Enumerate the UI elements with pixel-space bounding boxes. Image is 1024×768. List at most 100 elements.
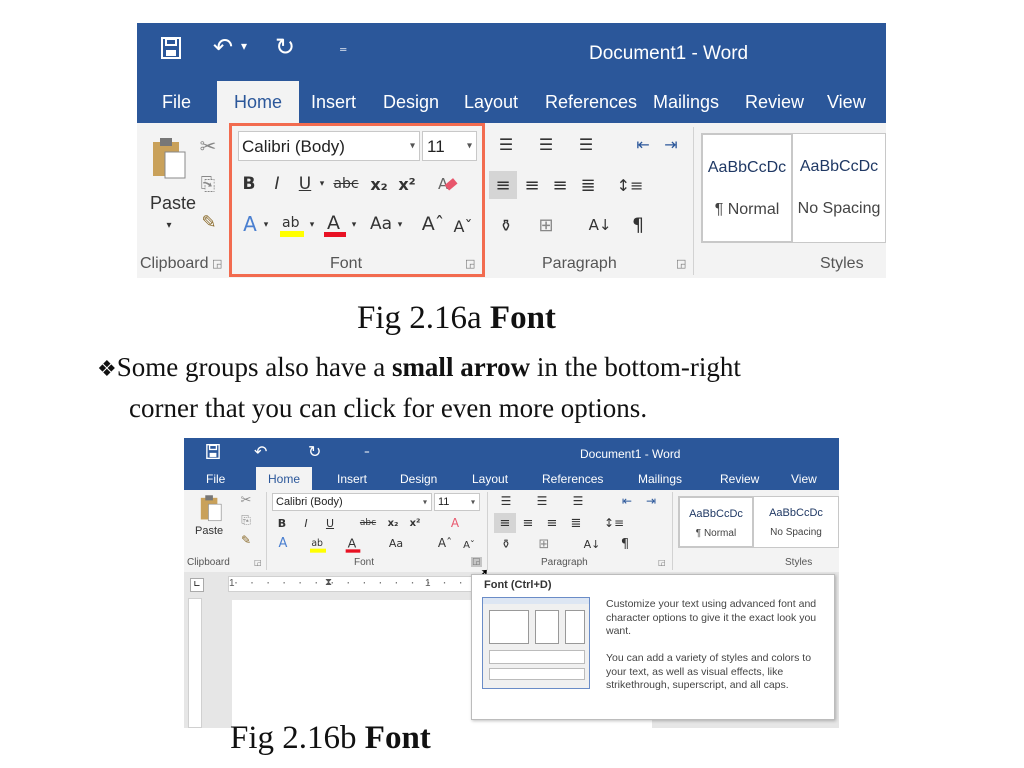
multilevel-list-icon[interactable]: ☰ [573,131,599,157]
bold-icon[interactable]: B [239,171,259,197]
customize-qat-icon[interactable]: ₌ [339,37,347,56]
tab-insert[interactable]: Insert [337,472,367,486]
paste-icon[interactable] [198,494,224,522]
change-case-dropdown-icon[interactable]: ▾ [395,217,405,233]
justify-icon[interactable]: ≣ [566,513,586,533]
borders-icon[interactable]: ⊞ [533,211,559,239]
tab-design[interactable]: Design [383,92,439,113]
increase-indent-icon[interactable]: ⇥ [642,492,660,510]
shading-icon[interactable]: ⚱ [493,211,519,239]
clipboard-launcher-icon[interactable]: ◲ [254,558,262,567]
tab-layout[interactable]: Layout [472,472,508,486]
decrease-indent-icon[interactable]: ⇤ [631,131,655,157]
change-case-icon[interactable]: Aa [367,211,395,237]
indent-marker-icon[interactable]: ⧗ [325,577,332,588]
cut-icon[interactable]: ✂ [238,492,254,508]
bold-icon[interactable]: B [274,514,290,532]
tab-home[interactable]: Home [256,467,313,490]
shading-icon[interactable]: ⚱ [496,534,516,554]
subscript-icon[interactable]: x₂ [367,171,391,197]
highlight-color-icon[interactable]: ab [308,534,328,554]
tab-selector-icon[interactable]: ∟ [190,578,204,592]
sort-icon[interactable]: A↓ [582,534,602,554]
numbering-icon[interactable]: ☰ [532,492,552,510]
style-normal[interactable]: AaBbCcDc ¶ Normal [701,133,793,243]
paste-icon[interactable] [149,135,189,181]
superscript-icon[interactable]: x² [406,514,424,532]
strikethrough-icon[interactable]: abc [356,514,380,532]
font-size-select[interactable]: 11 ▾ [422,131,477,161]
tab-view[interactable]: View [791,472,817,486]
superscript-icon[interactable]: x² [395,171,419,197]
change-case-icon[interactable]: Aa [384,534,408,552]
style-normal[interactable]: AaBbCcDc ¶ Normal [678,496,754,548]
multilevel-list-icon[interactable]: ☰ [568,492,588,510]
borders-icon[interactable]: ⊞ [534,534,554,554]
tab-view[interactable]: View [827,92,866,113]
italic-icon[interactable]: I [267,171,287,197]
center-icon[interactable]: ≡ [518,513,538,533]
clear-formatting-icon[interactable]: A [446,514,464,532]
numbering-icon[interactable]: ☰ [533,131,559,157]
tab-review[interactable]: Review [745,92,804,113]
highlight-dropdown-icon[interactable]: ▾ [307,217,317,233]
paste-button[interactable]: Paste [195,525,223,537]
underline-icon[interactable]: U [322,514,338,532]
highlight-color-icon[interactable]: ab [279,209,305,239]
font-color-dropdown-icon[interactable]: ▾ [349,217,359,233]
paste-dropdown-icon[interactable]: ▾ [163,219,175,231]
tab-mailings[interactable]: Mailings [638,472,682,486]
font-size-select[interactable]: 11 ▾ [434,493,480,511]
font-family-select[interactable]: Calibri (Body) ▾ [238,131,420,161]
undo-icon[interactable]: ↶ [254,442,267,461]
underline-icon[interactable]: U [295,171,315,197]
text-effects-dropdown-icon[interactable]: ▾ [261,217,271,233]
format-painter-icon[interactable]: ✎ [238,532,254,548]
increase-indent-icon[interactable]: ⇥ [659,131,683,157]
grow-font-icon[interactable]: Aˆ [436,534,454,552]
tab-file[interactable]: File [162,92,191,113]
shrink-font-icon[interactable]: Aˇ [451,213,475,239]
style-no-spacing[interactable]: AaBbCcDc No Spacing [754,496,839,548]
tab-review[interactable]: Review [720,472,759,486]
tab-layout[interactable]: Layout [464,92,518,113]
cut-icon[interactable]: ✂ [197,133,219,159]
show-formatting-icon[interactable]: ¶ [627,211,649,239]
paste-button[interactable]: Paste [150,193,196,214]
sort-icon[interactable]: A↓ [589,211,612,239]
line-spacing-icon[interactable]: ↕≡ [602,513,626,533]
align-right-icon[interactable]: ≡ [542,513,562,533]
line-spacing-icon[interactable]: ↕≡ [615,171,645,199]
font-color-icon[interactable]: A [344,534,362,554]
bullets-icon[interactable]: ☰ [493,131,519,157]
decrease-indent-icon[interactable]: ⇤ [618,492,636,510]
align-right-icon[interactable]: ≡ [547,171,573,199]
tab-insert[interactable]: Insert [311,92,356,113]
undo-icon[interactable]: ↶ [213,33,233,61]
style-no-spacing[interactable]: AaBbCcDc No Spacing [793,133,886,243]
tab-mailings[interactable]: Mailings [653,92,719,113]
tab-home[interactable]: Home [217,81,300,123]
tab-file[interactable]: File [206,472,225,486]
show-formatting-icon[interactable]: ¶ [616,534,634,554]
bullets-icon[interactable]: ☰ [496,492,516,510]
redo-icon[interactable]: ↻ [275,33,295,61]
align-left-icon[interactable]: ≡ [489,171,517,199]
align-left-icon[interactable]: ≡ [494,513,516,533]
center-icon[interactable]: ≡ [519,171,545,199]
strikethrough-icon[interactable]: abc [331,171,361,197]
paragraph-launcher-icon[interactable]: ◲ [676,257,686,270]
font-launcher-icon[interactable]: ◲ [465,257,475,270]
tab-references[interactable]: References [542,472,603,486]
save-icon[interactable] [206,444,220,464]
shrink-font-icon[interactable]: Aˇ [460,536,478,554]
tab-design[interactable]: Design [400,472,437,486]
font-color-icon[interactable]: A [323,209,347,239]
save-icon[interactable] [161,37,181,65]
paragraph-launcher-icon[interactable]: ◲ [658,558,666,567]
clipboard-launcher-icon[interactable]: ◲ [212,257,222,270]
text-effects-icon[interactable]: A [239,211,261,237]
copy-icon[interactable]: ⎘ [238,512,254,528]
tab-references[interactable]: References [545,92,637,113]
copy-icon[interactable]: ⎘ [197,171,219,197]
